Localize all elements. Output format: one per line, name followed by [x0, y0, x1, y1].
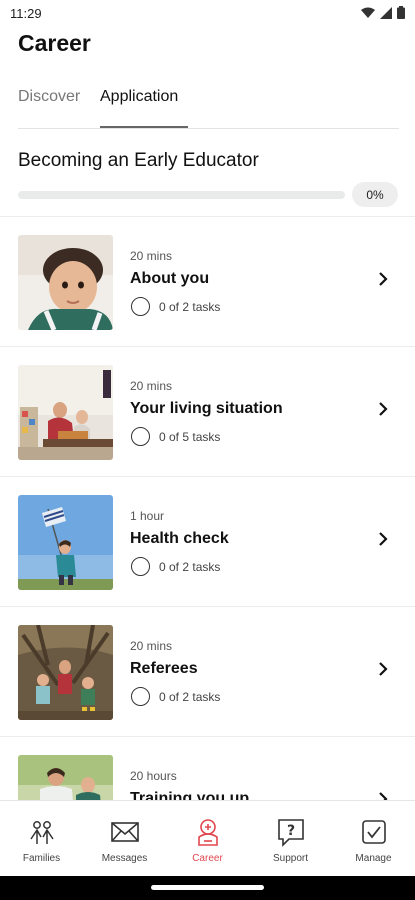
module-card-training[interactable]: 20 hours Training you up	[0, 737, 415, 800]
module-task-status: 0 of 2 tasks	[131, 687, 220, 706]
module-card-living-situation[interactable]: 20 mins Your living situation 0 of 5 tas…	[0, 347, 415, 477]
nav-manage[interactable]: Manage	[332, 801, 415, 877]
status-bar: 11:29	[0, 0, 415, 28]
tab-bar: Discover Application	[18, 84, 399, 130]
support-icon: ?	[278, 819, 304, 847]
signal-icon	[380, 6, 392, 19]
module-task-count: 0 of 2 tasks	[159, 299, 221, 314]
module-duration: 20 mins	[130, 379, 173, 393]
module-title: Health check	[130, 530, 229, 547]
svg-text:?: ?	[287, 823, 295, 839]
chevron-right-icon	[379, 662, 388, 676]
chevron-right-icon	[379, 792, 388, 800]
nav-messages[interactable]: Messages	[83, 801, 166, 877]
nav-families[interactable]: Families	[0, 801, 83, 877]
envelope-icon	[111, 822, 139, 842]
module-task-status: 0 of 5 tasks	[131, 427, 220, 446]
status-icons	[361, 6, 405, 19]
bottom-navigation: Families Messages Career ? Support Manag…	[0, 800, 415, 876]
nav-label: Messages	[101, 853, 148, 864]
module-title: Referees	[130, 660, 198, 677]
task-status-circle-icon	[131, 557, 150, 576]
module-card-about-you[interactable]: 20 mins About you 0 of 2 tasks	[0, 217, 415, 347]
task-status-circle-icon	[131, 427, 150, 446]
nav-support[interactable]: ? Support	[249, 801, 332, 877]
module-image	[18, 625, 113, 720]
nav-label: Career	[192, 853, 223, 864]
progress-percent-badge: 0%	[352, 182, 398, 207]
module-card-referees[interactable]: 20 mins Referees 0 of 2 tasks	[0, 607, 415, 737]
nav-career[interactable]: Career	[166, 801, 249, 877]
module-task-status: 0 of 2 tasks	[131, 557, 220, 576]
module-task-count: 0 of 2 tasks	[159, 689, 221, 704]
tab-application[interactable]: Application	[100, 88, 178, 106]
task-status-circle-icon	[131, 687, 150, 706]
chevron-right-icon	[379, 532, 388, 546]
tabs-divider	[18, 128, 399, 129]
module-duration: 1 hour	[130, 509, 165, 523]
module-duration: 20 hours	[130, 769, 177, 783]
chevron-right-icon	[379, 272, 388, 286]
home-gesture-handle[interactable]	[151, 885, 264, 890]
status-time: 11:29	[10, 6, 42, 21]
career-icon	[198, 819, 218, 846]
module-image	[18, 365, 113, 460]
nav-label: Families	[22, 853, 61, 864]
module-task-count: 0 of 2 tasks	[159, 559, 221, 574]
module-image	[18, 755, 113, 800]
module-title: About you	[130, 270, 210, 287]
system-navigation-bar	[0, 876, 415, 900]
module-title: Training you up	[130, 790, 250, 800]
wifi-icon	[361, 7, 375, 18]
module-card-health-check[interactable]: 1 hour Health check 0 of 2 tasks	[0, 477, 415, 607]
battery-icon	[397, 6, 405, 19]
nav-label: Manage	[355, 853, 392, 864]
module-duration: 20 mins	[130, 639, 173, 653]
module-duration: 20 mins	[130, 249, 173, 263]
families-icon	[30, 821, 54, 844]
manage-icon	[362, 820, 386, 844]
module-task-status: 0 of 2 tasks	[131, 297, 220, 316]
task-status-circle-icon	[131, 297, 150, 316]
module-task-count: 0 of 5 tasks	[159, 429, 221, 444]
module-title: Your living situation	[130, 400, 283, 417]
chevron-right-icon	[379, 402, 388, 416]
module-image	[18, 235, 113, 330]
nav-label: Support	[272, 853, 309, 864]
page-title: Career	[18, 30, 91, 56]
module-image	[18, 495, 113, 590]
plan-title: Becoming an Early Educator	[18, 150, 259, 171]
tab-discover[interactable]: Discover	[18, 88, 80, 106]
progress-bar	[18, 191, 345, 199]
